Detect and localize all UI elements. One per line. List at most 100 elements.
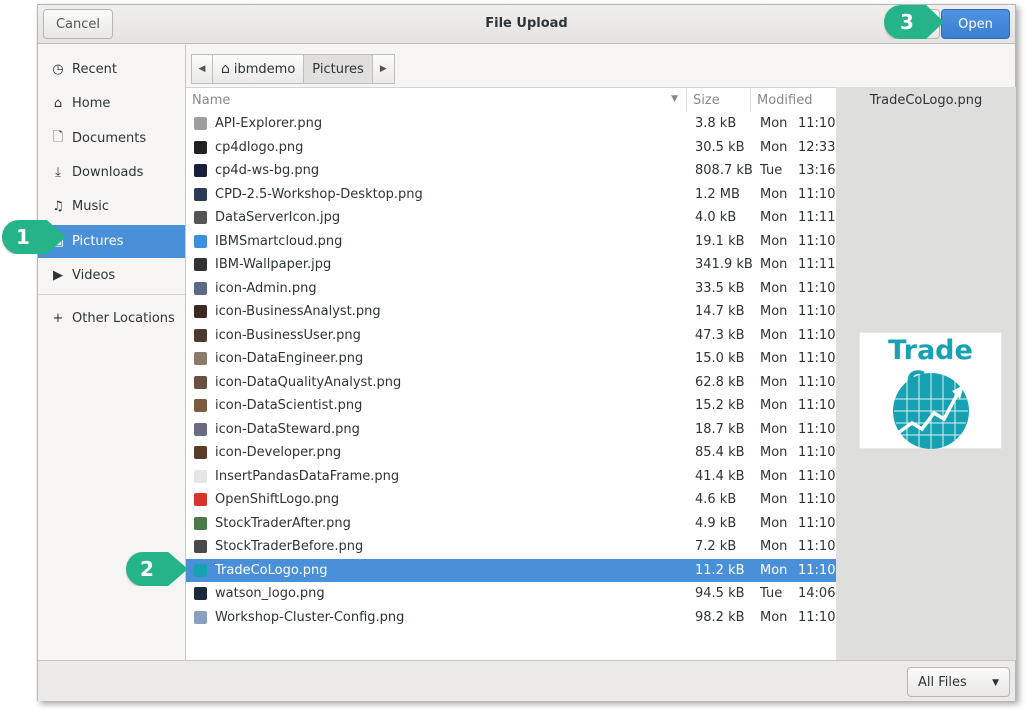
file-row[interactable]: CPD-2.5-Workshop-Desktop.png 1.2 MB Mon 11:…	[186, 183, 836, 207]
sidebar-separator	[38, 294, 185, 295]
download-icon: ⤓	[55, 165, 61, 180]
file-thumbnail-icon	[194, 352, 207, 365]
file-thumbnail-icon	[194, 140, 207, 154]
sidebar-item-label: Music	[72, 199, 109, 214]
path-forward-button[interactable]: ▶	[372, 54, 395, 84]
file-row[interactable]: StockTraderAfter.png 4.9 kB Mon 11:10	[186, 512, 836, 536]
music-icon: ♫	[52, 199, 64, 214]
file-row[interactable]: StockTraderBefore.png 7.2 kB Mon 11:10	[186, 535, 836, 559]
file-modified-day: Mon	[760, 304, 788, 320]
file-thumbnail-icon	[194, 399, 207, 412]
file-modified-time: 11:11	[798, 210, 836, 226]
file-modified-day: Mon	[760, 139, 788, 155]
file-modified-time: 11:10	[798, 280, 836, 296]
path-segment-pictures[interactable]: Pictures	[304, 54, 373, 84]
file-modified-time: 11:10	[798, 515, 836, 531]
sidebar-item-recent[interactable]: ◷ Recent	[38, 53, 185, 86]
file-name: cp4d-ws-bg.png	[215, 163, 320, 179]
file-modified-day: Tue	[760, 586, 783, 602]
file-thumbnail-icon	[194, 446, 207, 459]
file-row[interactable]: TradeCoLogo.png 11.2 kB Mon 11:10	[186, 558, 836, 582]
column-header-name[interactable]: Name ▼	[186, 88, 687, 112]
file-name: API-Explorer.png	[215, 116, 323, 132]
file-row[interactable]: icon-BusinessAnalyst.png 14.7 kB Mon 11:10	[186, 300, 836, 324]
file-thumbnail-icon	[194, 234, 207, 248]
home-icon: ⌂	[221, 61, 230, 77]
file-thumbnail-icon	[194, 493, 207, 506]
path-bar: ◀ ⌂ ibmdemo Pictures ▶	[191, 54, 395, 84]
file-row[interactable]: IBM-Wallpaper.jpg 341.9 kB Mon 11:11	[186, 253, 836, 277]
sidebar-item-label: Recent	[72, 62, 117, 77]
file-upload-dialog: Cancel File Upload Open ◷ Recent ⌂ Home 🗋 Doc…	[37, 4, 1016, 701]
file-modified-time: 11:10	[798, 492, 836, 508]
file-name: icon-DataSteward.png	[215, 421, 360, 437]
sidebar-item-music[interactable]: ♫ Music	[38, 190, 185, 223]
file-thumbnail-icon	[194, 305, 207, 318]
home-icon: ⌂	[53, 96, 63, 111]
file-thumbnail-icon	[194, 211, 207, 224]
file-modified-time: 11:10	[798, 327, 836, 343]
file-modified-day: Mon	[760, 515, 788, 531]
file-size: 4.9 kB	[695, 515, 737, 531]
file-row[interactable]: cp4d-ws-bg.png 808.7 kB Tue 13:16	[186, 159, 836, 183]
path-segment-home[interactable]: ⌂ ibmdemo	[213, 54, 305, 84]
file-size: 47.3 kB	[695, 327, 745, 343]
sidebar-item-label: Documents	[72, 131, 147, 146]
column-header-modified[interactable]: Modified	[751, 88, 836, 112]
file-row[interactable]: API-Explorer.png 3.8 kB Mon 11:10	[186, 112, 836, 136]
file-size: 14.7 kB	[695, 304, 745, 320]
sidebar-item-other-locations[interactable]: + Other Locations	[38, 302, 185, 335]
file-size: 11.2 kB	[695, 562, 745, 578]
file-row[interactable]: OpenShiftLogo.png 4.6 kB Mon 11:10	[186, 488, 836, 512]
file-size: 41.4 kB	[695, 468, 745, 484]
file-row[interactable]: icon-DataScientist.png 15.2 kB Mon 11:10	[186, 394, 836, 418]
file-type-filter[interactable]: All Files ▼	[907, 667, 1010, 697]
file-size: 341.9 kB	[695, 257, 753, 273]
sidebar-item-home[interactable]: ⌂ Home	[38, 87, 185, 120]
file-modified-day: Mon	[760, 492, 788, 508]
file-row[interactable]: DataServerIcon.jpg 4.0 kB Mon 11:11	[186, 206, 836, 230]
sort-descending-icon: ▼	[671, 94, 678, 104]
file-name: StockTraderAfter.png	[215, 515, 351, 531]
file-row[interactable]: Workshop-Cluster-Config.png 98.2 kB Mon 11:…	[186, 606, 836, 630]
file-row[interactable]: icon-DataSteward.png 18.7 kB Mon 11:10	[186, 418, 836, 442]
file-name: icon-DataQualityAnalyst.png	[215, 374, 402, 390]
path-back-button[interactable]: ◀	[191, 54, 213, 84]
file-thumbnail-icon	[194, 610, 207, 624]
file-row[interactable]: watson_logo.png 94.5 kB Tue 14:06	[186, 582, 836, 606]
file-thumbnail-icon	[194, 187, 207, 201]
video-icon: ▶	[53, 268, 63, 283]
sidebar-item-documents[interactable]: 🗋 Documents	[38, 122, 185, 155]
file-size: 1.2 MB	[695, 186, 740, 202]
file-name: Workshop-Cluster-Config.png	[215, 609, 405, 625]
file-modified-day: Mon	[760, 374, 788, 390]
file-name: cp4dlogo.png	[215, 139, 304, 155]
file-row[interactable]: cp4dlogo.png 30.5 kB Mon 12:33	[186, 136, 836, 160]
open-button[interactable]: Open	[941, 9, 1010, 39]
file-modified-day: Mon	[760, 257, 788, 273]
file-name: InsertPandasDataFrame.png	[215, 468, 400, 484]
file-size: 4.0 kB	[695, 210, 737, 226]
file-row[interactable]: icon-Developer.png 85.4 kB Mon 11:10	[186, 441, 836, 465]
file-modified-time: 11:10	[798, 468, 836, 484]
file-row[interactable]: icon-DataEngineer.png 15.0 kB Mon 11:10	[186, 347, 836, 371]
file-thumbnail-icon	[194, 164, 207, 177]
file-size: 98.2 kB	[695, 609, 745, 625]
file-size: 30.5 kB	[695, 139, 745, 155]
header-bar: Cancel File Upload Open	[38, 5, 1015, 44]
sidebar-item-label: Videos	[72, 268, 116, 283]
sidebar-item-downloads[interactable]: ⤓ Downloads	[38, 156, 185, 189]
chevron-down-icon: ▼	[992, 678, 999, 688]
file-row[interactable]: IBMSmartcloud.png 19.1 kB Mon 11:10	[186, 230, 836, 254]
file-name: icon-Developer.png	[215, 445, 342, 461]
sidebar-item-videos[interactable]: ▶ Videos	[38, 259, 185, 292]
sidebar-item-label: Other Locations	[72, 311, 175, 326]
column-header-size[interactable]: Size	[687, 88, 751, 112]
file-row[interactable]: InsertPandasDataFrame.png 41.4 kB Mon 11:10	[186, 465, 836, 489]
file-row[interactable]: icon-Admin.png 33.5 kB Mon 11:10	[186, 277, 836, 301]
file-row[interactable]: icon-DataQualityAnalyst.png 62.8 kB Mon 11:…	[186, 371, 836, 395]
sidebar-item-label: Pictures	[72, 234, 124, 249]
file-row[interactable]: icon-BusinessUser.png 47.3 kB Mon 11:10	[186, 324, 836, 348]
file-name: DataServerIcon.jpg	[215, 210, 341, 226]
file-name: icon-DataScientist.png	[215, 398, 363, 414]
